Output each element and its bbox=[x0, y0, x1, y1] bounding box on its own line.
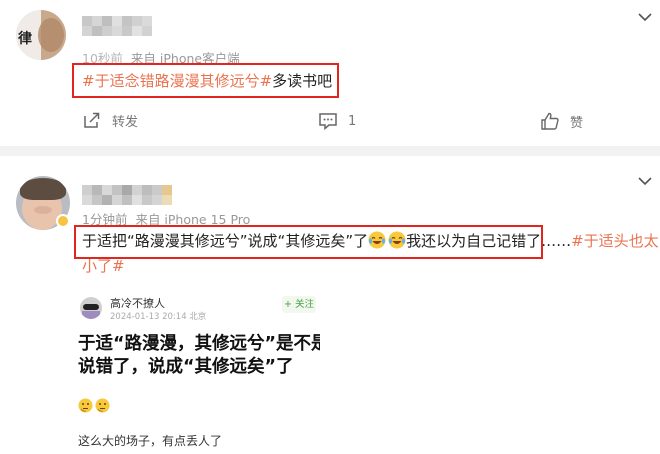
post-divider bbox=[0, 146, 660, 156]
highlight-box bbox=[72, 63, 339, 98]
repost-button[interactable]: 转发 bbox=[82, 110, 138, 130]
highlight-box bbox=[74, 225, 543, 259]
verified-badge-icon bbox=[56, 214, 70, 228]
username-mosaic[interactable] bbox=[82, 185, 172, 205]
quote-body: 于适“路漫漫，其修远兮”是不是 说错了，说成“其修远矣”了 bbox=[78, 333, 320, 379]
quote-line: 于适“路漫漫，其修远兮”是不是 bbox=[78, 334, 320, 354]
comment-icon bbox=[319, 113, 337, 130]
comment-count: 1 bbox=[348, 113, 357, 129]
quote-emojis bbox=[78, 398, 110, 417]
post-actions: 转发 1 赞 bbox=[0, 108, 660, 136]
weibo-post-1: 律 10秒前来自 iPhone客户端 #于适念错路漫漫其修远兮#多读书吧 转发 bbox=[0, 0, 660, 146]
hashtag-link-continued[interactable]: 小了# bbox=[82, 257, 125, 275]
quote-time: 2024-01-13 20:14 北京 bbox=[110, 312, 207, 322]
attached-image[interactable]: 高冷不撩人 2024-01-13 20:14 北京 + 关注 于适“路漫漫，其修… bbox=[74, 285, 320, 454]
comment-button[interactable]: 1 bbox=[318, 112, 356, 130]
follow-button: + 关注 bbox=[282, 296, 316, 313]
repost-label: 转发 bbox=[112, 114, 139, 130]
quote-line: 说错了，说成“其修远矣”了 bbox=[78, 357, 294, 377]
chevron-down-icon[interactable] bbox=[638, 12, 652, 22]
thinking-emoji-icon bbox=[78, 398, 93, 417]
avatar-text: 律 bbox=[18, 31, 32, 47]
like-icon bbox=[541, 112, 559, 130]
hashtag-link[interactable]: #于适头也太 bbox=[571, 232, 659, 250]
quote-user-name: 高冷不撩人 bbox=[110, 297, 165, 310]
like-button[interactable]: 赞 bbox=[540, 111, 583, 131]
avatar bbox=[80, 297, 102, 319]
quote-footer: 这么大的场子，有点丢人了 bbox=[78, 434, 223, 448]
weibo-post-2: 1分钟前 来自 iPhone 15 Pro 于适把“路漫漫其修远兮”说成“其修远矣… bbox=[0, 156, 660, 454]
username-mosaic[interactable] bbox=[82, 16, 152, 36]
like-label: 赞 bbox=[570, 115, 584, 131]
avatar[interactable]: 律 bbox=[16, 10, 66, 60]
repost-icon bbox=[84, 112, 100, 128]
chevron-down-icon[interactable] bbox=[638, 176, 652, 186]
thinking-emoji-icon bbox=[95, 398, 110, 417]
